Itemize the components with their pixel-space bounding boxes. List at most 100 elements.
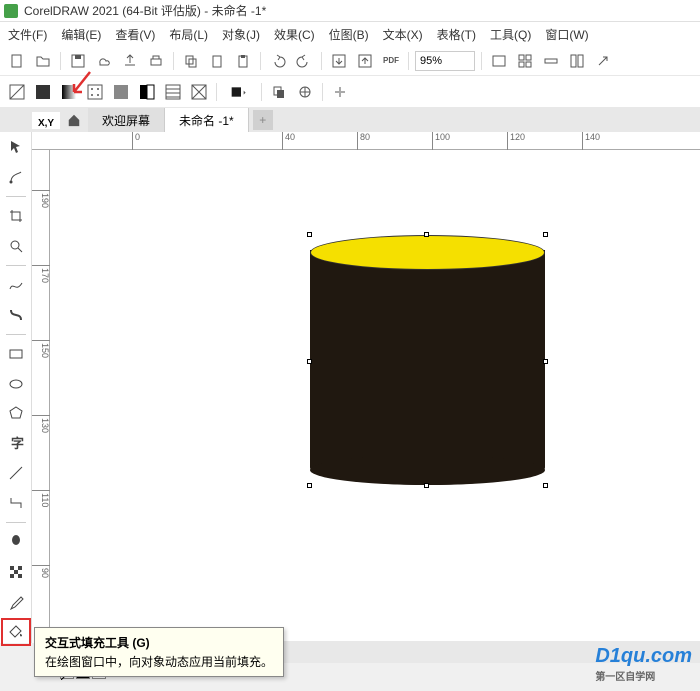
text-tool[interactable]: 字 [4, 432, 28, 454]
print-button[interactable] [145, 50, 167, 72]
tooltip-desc: 在绘图窗口中，向对象动态应用当前填充。 [45, 653, 273, 670]
ruler-tick: 0 [132, 132, 140, 150]
import-button[interactable] [328, 50, 350, 72]
ruler-tick: 80 [357, 132, 370, 150]
menu-layout[interactable]: 布局(L) [169, 26, 208, 43]
transparency-tool[interactable] [4, 561, 28, 583]
fullscreen-button[interactable] [488, 50, 510, 72]
pick-tool[interactable] [4, 136, 28, 158]
copy-fill-button[interactable] [268, 81, 290, 103]
interactive-fill-tool[interactable] [4, 621, 28, 643]
cylinder-shape[interactable] [310, 235, 545, 485]
redo-button[interactable] [293, 50, 315, 72]
menu-table[interactable]: 表格(T) [437, 26, 476, 43]
clipboard-button[interactable] [232, 50, 254, 72]
menu-file[interactable]: 文件(F) [8, 26, 47, 43]
selection-handle[interactable] [424, 483, 429, 488]
dimension-tool[interactable] [4, 462, 28, 484]
postscript-fill-button[interactable] [162, 81, 184, 103]
welcome-tab[interactable]: 欢迎屏幕 [88, 108, 165, 132]
horizontal-ruler[interactable]: 0 40 80 100 120 140 [32, 132, 700, 150]
upload-button[interactable] [119, 50, 141, 72]
no-fill-button[interactable] [6, 81, 28, 103]
selection-handle[interactable] [307, 483, 312, 488]
annotation-arrow-icon [68, 70, 98, 100]
menu-object[interactable]: 对象(J) [222, 26, 260, 43]
launch-button[interactable] [592, 50, 614, 72]
open-button[interactable] [32, 50, 54, 72]
solid-fill-button[interactable] [32, 81, 54, 103]
ruler-tick: 90 [32, 565, 50, 578]
coord-label: X,Y [32, 112, 60, 129]
ruler-tick: 170 [32, 265, 50, 283]
ruler-button[interactable] [540, 50, 562, 72]
artistic-tool[interactable] [4, 304, 28, 326]
selection-handle[interactable] [543, 483, 548, 488]
options-button[interactable] [566, 50, 588, 72]
app-logo-icon [4, 4, 18, 18]
ruler-tick: 190 [32, 190, 50, 208]
svg-text:字: 字 [11, 436, 24, 451]
cylinder-bottom [310, 455, 545, 485]
save-button[interactable] [67, 50, 89, 72]
cylinder-body [310, 250, 545, 485]
twocolor-fill-button[interactable] [136, 81, 158, 103]
ellipse-tool[interactable] [4, 373, 28, 395]
grid-button[interactable] [514, 50, 536, 72]
standard-toolbar: PDF [0, 46, 700, 76]
polygon-tool[interactable] [4, 403, 28, 425]
canvas-area: 0 40 80 100 120 140 190 170 150 130 110 … [32, 132, 700, 643]
crop-tool[interactable] [4, 205, 28, 227]
document-tab[interactable]: 未命名 -1* [165, 108, 249, 132]
pdf-button[interactable]: PDF [380, 50, 402, 72]
texture-fill-button[interactable] [110, 81, 132, 103]
dropshadow-tool[interactable] [4, 531, 28, 553]
freehand-tool[interactable] [4, 274, 28, 296]
zoom-tool[interactable] [4, 235, 28, 257]
eyedropper-tool[interactable] [4, 591, 28, 613]
selection-handle[interactable] [424, 232, 429, 237]
watermark-sub: 第一区自学网 [595, 668, 692, 683]
menu-effect[interactable]: 效果(C) [274, 26, 315, 43]
zoom-input[interactable] [415, 51, 475, 71]
window-title: CorelDRAW 2021 (64-Bit 评估版) - 未命名 -1* [24, 2, 266, 19]
watermark-main: D1qu.com [595, 645, 692, 667]
cylinder-top [310, 235, 545, 270]
mesh-fill-button[interactable] [188, 81, 210, 103]
selection-handle[interactable] [307, 359, 312, 364]
menu-bitmap[interactable]: 位图(B) [329, 26, 369, 43]
add-button[interactable] [329, 81, 351, 103]
selection-handle[interactable] [543, 232, 548, 237]
ruler-tick: 130 [32, 415, 50, 433]
title-bar: CorelDRAW 2021 (64-Bit 评估版) - 未命名 -1* [0, 0, 700, 22]
add-tab-button[interactable]: + [253, 110, 273, 130]
ruler-tick: 110 [32, 490, 50, 507]
menu-text[interactable]: 文本(X) [383, 26, 423, 43]
menu-view[interactable]: 查看(V) [115, 26, 155, 43]
cloud-button[interactable] [93, 50, 115, 72]
home-tab[interactable] [60, 108, 88, 132]
rectangle-tool[interactable] [4, 343, 28, 365]
menu-window[interactable]: 窗口(W) [545, 26, 588, 43]
shape-tool[interactable] [4, 166, 28, 188]
ruler-tick: 120 [507, 132, 525, 150]
selection-handle[interactable] [307, 232, 312, 237]
document-tabs: X,Y 欢迎屏幕 未命名 -1* + [0, 108, 700, 132]
undo-button[interactable] [267, 50, 289, 72]
ruler-tick: 150 [32, 340, 50, 358]
new-button[interactable] [6, 50, 28, 72]
paste-button[interactable] [206, 50, 228, 72]
menu-tools[interactable]: 工具(Q) [490, 26, 531, 43]
export-button[interactable] [354, 50, 376, 72]
connector-tool[interactable] [4, 492, 28, 514]
property-bar [0, 76, 700, 108]
fill-color-button[interactable] [223, 81, 255, 103]
vertical-ruler[interactable]: 190 170 150 130 110 90 [32, 150, 50, 643]
selection-handle[interactable] [543, 359, 548, 364]
menu-edit[interactable]: 编辑(E) [61, 26, 101, 43]
copy-button[interactable] [180, 50, 202, 72]
drawing-canvas[interactable] [50, 150, 700, 643]
edit-fill-button[interactable] [294, 81, 316, 103]
ruler-tick: 140 [582, 132, 600, 150]
menu-bar: 文件(F) 编辑(E) 查看(V) 布局(L) 对象(J) 效果(C) 位图(B… [0, 22, 700, 46]
